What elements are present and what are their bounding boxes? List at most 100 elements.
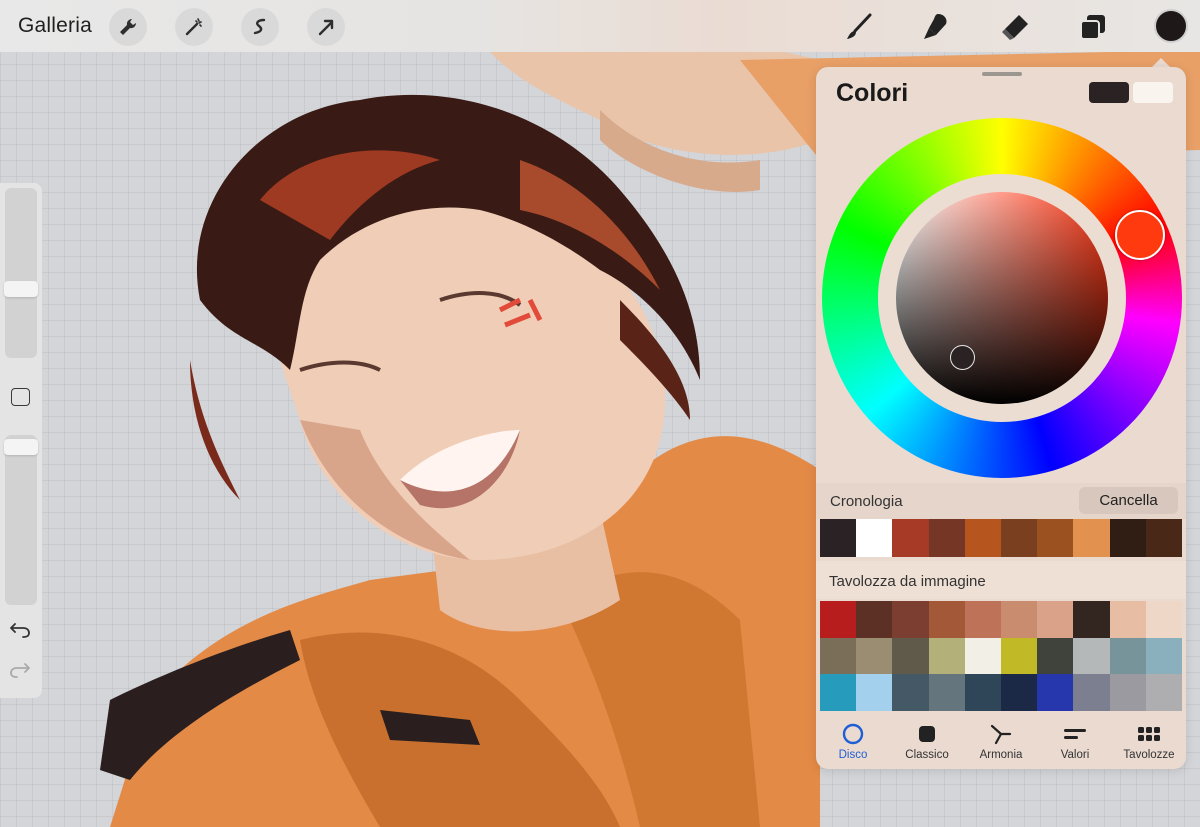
opacity-slider[interactable] xyxy=(5,435,37,605)
palette-swatch[interactable] xyxy=(820,601,857,638)
palette-swatch[interactable] xyxy=(892,637,929,675)
palette-swatch[interactable] xyxy=(1109,637,1146,675)
redo-button[interactable] xyxy=(9,661,31,685)
palette-swatch[interactable] xyxy=(1037,601,1074,638)
brush-icon xyxy=(847,13,872,39)
tab-classico[interactable]: Classico xyxy=(890,717,964,769)
brush-size-slider[interactable] xyxy=(5,188,37,358)
palette-swatch[interactable] xyxy=(856,601,893,638)
palette-swatch[interactable] xyxy=(1073,637,1110,675)
history-swatches xyxy=(820,519,1183,557)
history-label: Cronologia xyxy=(830,493,903,510)
palette-swatch[interactable] xyxy=(1001,674,1038,711)
wrench-icon xyxy=(120,18,137,35)
redo-icon xyxy=(10,663,30,678)
smudge-icon xyxy=(924,14,947,39)
history-swatch[interactable] xyxy=(928,519,965,557)
palette-swatch[interactable] xyxy=(820,637,857,675)
palette-swatch[interactable] xyxy=(1073,601,1110,638)
undo-icon xyxy=(10,623,30,638)
selection-button[interactable] xyxy=(241,8,279,46)
palette-swatch[interactable] xyxy=(1109,674,1146,711)
disc-icon xyxy=(842,723,864,745)
modify-square-button[interactable] xyxy=(11,388,30,406)
eraser-button[interactable] xyxy=(996,8,1034,46)
tab-valori[interactable]: Valori xyxy=(1038,717,1112,769)
palette-swatch[interactable] xyxy=(1037,674,1074,711)
brush-button[interactable] xyxy=(840,8,878,46)
history-swatch[interactable] xyxy=(1001,519,1038,557)
undo-button[interactable] xyxy=(9,621,31,645)
color-selector-handle[interactable] xyxy=(950,345,975,370)
transform-arrow-icon xyxy=(318,19,334,36)
hue-selector-handle[interactable] xyxy=(1115,210,1165,260)
history-swatch[interactable] xyxy=(892,519,929,557)
palette-swatch[interactable] xyxy=(964,674,1001,711)
palette-swatch[interactable] xyxy=(1037,637,1074,675)
layers-button[interactable] xyxy=(1074,8,1112,46)
selection-icon xyxy=(253,18,266,35)
palette-swatch[interactable] xyxy=(892,674,929,711)
secondary-color-swatch[interactable] xyxy=(1133,82,1173,103)
palette-swatch[interactable] xyxy=(892,601,929,638)
color-disc[interactable] xyxy=(822,118,1182,478)
tab-label: Armonia xyxy=(979,749,1023,761)
palette-header: Tavolozza da immagine xyxy=(816,561,1186,599)
history-swatch[interactable] xyxy=(1037,519,1074,557)
palette-swatch[interactable] xyxy=(820,674,857,711)
palette-swatch[interactable] xyxy=(964,637,1001,675)
smudge-button[interactable] xyxy=(917,8,955,46)
tab-label: Valori xyxy=(1060,749,1090,761)
palettes-grid-icon xyxy=(1138,727,1160,741)
panel-grabber[interactable] xyxy=(982,72,1022,76)
tab-armonia[interactable]: Armonia xyxy=(964,717,1038,769)
history-swatch[interactable] xyxy=(856,519,893,557)
history-swatch[interactable] xyxy=(1073,519,1110,557)
history-swatch[interactable] xyxy=(1109,519,1146,557)
top-toolbar: Galleria xyxy=(0,0,1200,52)
history-swatch[interactable] xyxy=(964,519,1002,557)
tab-label: Tavolozze xyxy=(1123,749,1175,761)
colors-panel: Colori Cronologia Cancella Tavolozza da … xyxy=(816,67,1186,769)
tab-label: Disco xyxy=(838,749,868,761)
tab-disco[interactable]: Disco xyxy=(816,717,890,769)
current-color-button[interactable] xyxy=(1154,9,1188,43)
adjustments-wand-button[interactable] xyxy=(175,8,213,46)
primary-color-swatch[interactable] xyxy=(1089,82,1129,103)
harmony-icon xyxy=(990,724,1012,745)
palette-swatch[interactable] xyxy=(1001,601,1038,638)
palette-swatch[interactable] xyxy=(856,637,893,675)
magic-wand-icon xyxy=(185,18,202,36)
palette-swatch[interactable] xyxy=(1109,601,1146,638)
palette-swatch[interactable] xyxy=(928,674,965,711)
history-swatch[interactable] xyxy=(1145,519,1183,557)
palette-swatch[interactable] xyxy=(1145,637,1182,675)
palette-swatch[interactable] xyxy=(964,601,1001,638)
saturation-brightness-disc[interactable] xyxy=(896,192,1108,404)
brush-size-thumb[interactable] xyxy=(4,281,38,297)
palette-swatch[interactable] xyxy=(1073,674,1110,711)
palette-swatch[interactable] xyxy=(1145,601,1182,638)
palette-swatch[interactable] xyxy=(928,601,965,638)
layers-icon xyxy=(1080,15,1105,40)
panel-title: Colori xyxy=(836,79,909,107)
eraser-icon xyxy=(1002,15,1028,40)
palette-swatches xyxy=(820,601,1182,711)
color-mode-tabbar: Disco Classico Armonia Valori Tavolozze xyxy=(816,717,1186,769)
clear-history-button[interactable]: Cancella xyxy=(1079,487,1178,514)
actions-wrench-button[interactable] xyxy=(109,8,147,46)
palette-swatch[interactable] xyxy=(1001,637,1038,675)
values-sliders-icon xyxy=(1064,729,1086,739)
opacity-thumb[interactable] xyxy=(4,439,38,455)
history-header: Cronologia Cancella xyxy=(816,483,1186,519)
history-swatch[interactable] xyxy=(820,519,857,557)
palette-swatch[interactable] xyxy=(928,637,965,675)
left-sidebar xyxy=(0,183,42,698)
tab-label: Classico xyxy=(905,749,949,761)
tab-tavolozze[interactable]: Tavolozze xyxy=(1112,717,1186,769)
palette-swatch[interactable] xyxy=(1145,674,1182,711)
palette-label: Tavolozza da immagine xyxy=(829,573,986,590)
palette-swatch[interactable] xyxy=(856,674,893,711)
gallery-button[interactable]: Galleria xyxy=(18,14,92,38)
transform-button[interactable] xyxy=(307,8,345,46)
